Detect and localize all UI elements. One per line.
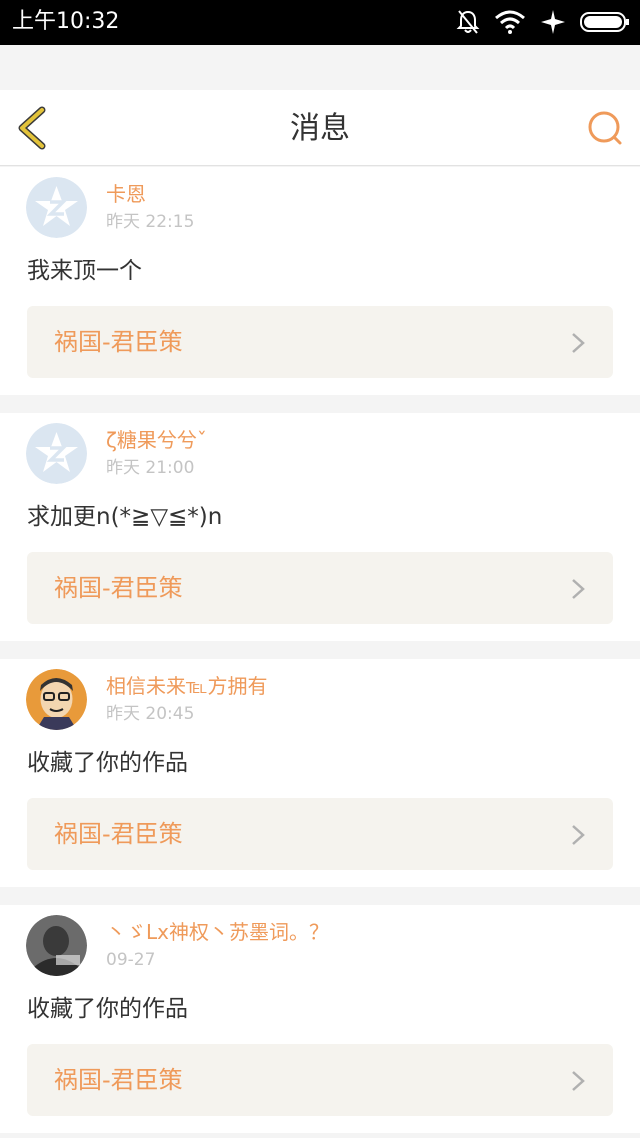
battery-icon [580, 11, 630, 33]
status-bar: 上午10:32 [0, 0, 640, 45]
work-title: 祸国-君臣策 [54, 328, 183, 356]
timestamp: 昨天 22:15 [106, 212, 195, 232]
username[interactable]: 丶ゞLx神权丶苏墨词。？ [106, 919, 329, 945]
work-title: 祸国-君臣策 [54, 574, 183, 602]
work-link[interactable]: 祸国-君臣策 [27, 1044, 613, 1116]
message-card[interactable]: 相信未来℡方拥有 昨天 20:45 收藏了你的作品 祸国-君臣策 [0, 659, 640, 887]
nav-bar: 消息 [0, 90, 640, 166]
work-link[interactable]: 祸国-君臣策 [27, 306, 613, 378]
status-time: 上午10:32 [12, 9, 120, 34]
work-link[interactable]: 祸国-君臣策 [27, 798, 613, 870]
chevron-right-icon [571, 332, 585, 358]
message-card[interactable]: ζ糖果兮兮ˇ 昨天 21:00 求加更n(*≧▽≦*)n 祸国-君臣策 [0, 413, 640, 641]
username[interactable]: ζ糖果兮兮ˇ [106, 427, 207, 453]
bell-off-icon [456, 9, 480, 35]
avatar[interactable] [26, 177, 87, 238]
message-card[interactable]: 卡恩 昨天 22:15 我来顶一个 祸国-君臣策 [0, 167, 640, 395]
work-title: 祸国-君臣策 [54, 820, 183, 848]
page-title: 消息 [290, 111, 350, 146]
message-list[interactable]: 卡恩 昨天 22:15 我来顶一个 祸国-君臣策 ζ糖果兮兮ˇ 昨天 21:00… [0, 167, 640, 1138]
chevron-right-icon [571, 824, 585, 850]
chevron-right-icon [571, 1070, 585, 1096]
status-icons [456, 8, 630, 36]
timestamp: 昨天 20:45 [106, 704, 195, 724]
chevron-right-icon [571, 578, 585, 604]
work-title: 祸国-君臣策 [54, 1066, 183, 1094]
airplane-icon [540, 9, 566, 35]
wifi-icon [494, 10, 526, 34]
username[interactable]: 相信未来℡方拥有 [106, 673, 267, 699]
avatar[interactable] [26, 915, 87, 976]
search-icon[interactable] [586, 110, 626, 146]
avatar[interactable] [26, 669, 87, 730]
avatar[interactable] [26, 423, 87, 484]
message-text: 求加更n(*≧▽≦*)n [27, 504, 223, 530]
timestamp: 昨天 21:00 [106, 458, 195, 478]
timestamp: 09-27 [106, 950, 156, 970]
username[interactable]: 卡恩 [106, 181, 146, 207]
work-link[interactable]: 祸国-君臣策 [27, 552, 613, 624]
message-text: 收藏了你的作品 [27, 750, 188, 776]
message-text: 我来顶一个 [27, 258, 142, 284]
message-text: 收藏了你的作品 [27, 996, 188, 1022]
message-card[interactable]: 丶ゞLx神权丶苏墨词。？ 09-27 收藏了你的作品 祸国-君臣策 [0, 905, 640, 1133]
